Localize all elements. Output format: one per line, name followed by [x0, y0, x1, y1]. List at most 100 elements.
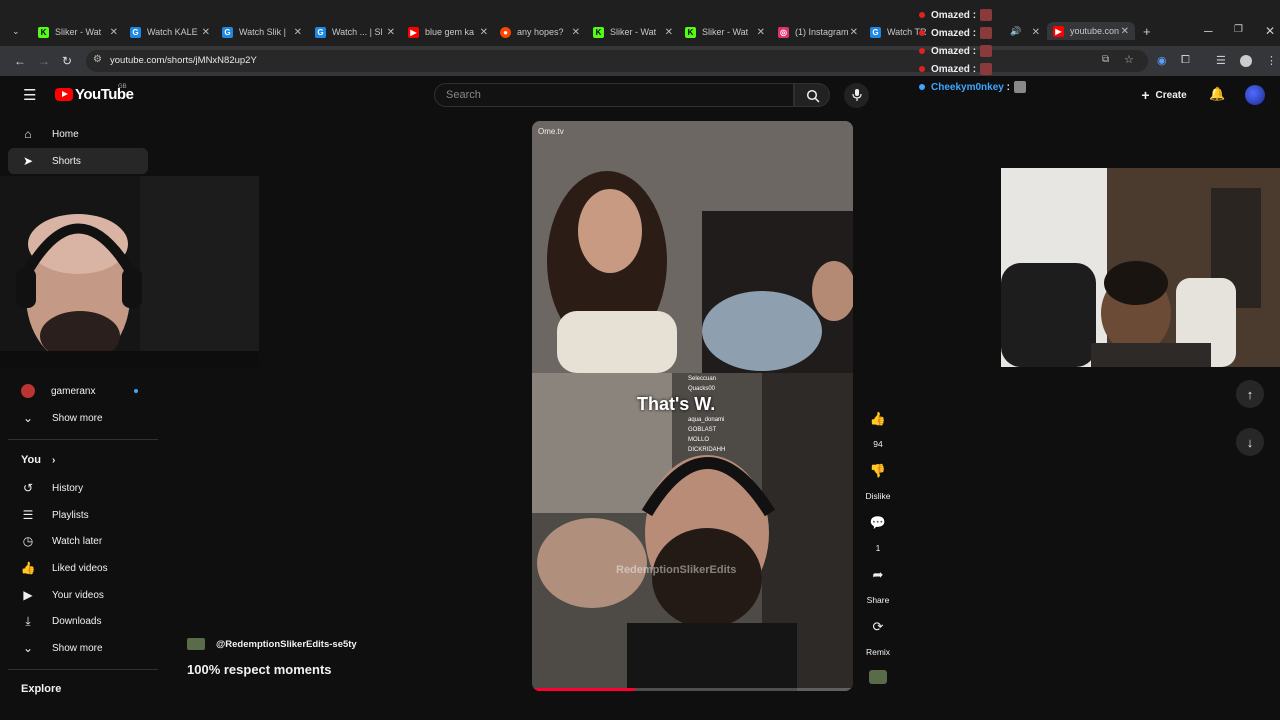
guest-webcam-image — [1001, 168, 1280, 367]
youtube-logo-icon[interactable] — [55, 88, 73, 101]
tab-close-icon[interactable]: ✕ — [1032, 27, 1040, 38]
voice-search-button[interactable] — [844, 83, 869, 108]
maximize-icon[interactable]: ❐ — [1234, 24, 1243, 35]
previous-short-button[interactable]: ↑ — [1236, 380, 1264, 408]
youtube-icon: ▶ — [408, 26, 419, 38]
reload-icon[interactable]: ↻ — [62, 54, 72, 68]
remix-icon: ⟳ — [872, 619, 884, 634]
generic-site-icon: G — [130, 26, 141, 38]
chevron-right-icon: › — [52, 455, 56, 466]
search-placeholder: Search — [446, 89, 481, 101]
home-icon: ⌂ — [24, 127, 32, 141]
tab-close-icon[interactable]: ✕ — [665, 27, 673, 38]
like-button[interactable]: 👍 94 — [862, 405, 894, 449]
streamer-webcam-image — [0, 176, 259, 367]
generic-site-icon: G — [315, 26, 326, 38]
sidebar-item-liked-videos[interactable]: 👍 Liked videos — [8, 555, 148, 581]
tab-close-icon[interactable]: ✕ — [387, 27, 395, 38]
stream-chat-line: aqua_donami — [688, 417, 725, 423]
stream-chat-line: GOBLAST — [688, 427, 717, 433]
sidebar-item-watch-later[interactable]: ◷ Watch later — [8, 528, 148, 554]
back-icon[interactable]: ← — [14, 54, 26, 68]
browser-tab[interactable]: K Sliker - Wat ✕ — [593, 23, 673, 41]
video-overlay-text: That's W. — [637, 394, 716, 414]
video-progress-bar[interactable] — [532, 688, 853, 691]
browser-toolbar: ← → ↻ ⚙ youtube.com/shorts/jMNxN82up2Y ⧉… — [0, 46, 1280, 76]
tab-search-dropdown-icon[interactable]: ⌄ — [12, 26, 20, 37]
download-icon: ⤓ — [25, 613, 31, 628]
bookmark-star-icon[interactable]: ☆ — [1124, 53, 1134, 66]
next-short-button[interactable]: ↓ — [1236, 428, 1264, 456]
reading-list-icon[interactable]: ☰ — [1216, 54, 1226, 67]
search-input[interactable]: Search — [434, 83, 794, 107]
browser-tab[interactable]: G Watch KALE ✕ — [130, 23, 210, 41]
sidebar-show-more-2[interactable]: ⌄ Show more — [8, 635, 148, 661]
channel-avatar — [21, 384, 35, 398]
account-avatar[interactable] — [1245, 85, 1265, 105]
sidebar-item-playlists[interactable]: ☰ Playlists — [8, 502, 148, 528]
tab-close-icon[interactable]: ✕ — [1121, 26, 1129, 37]
install-app-icon[interactable]: ⧉ — [1102, 54, 1109, 65]
browser-menu-icon[interactable]: ⋮ — [1266, 54, 1277, 67]
like-icon: 👍 — [20, 561, 36, 575]
sidebar-show-more[interactable]: ⌄ Show more — [8, 405, 148, 431]
hamburger-menu-icon[interactable]: ☰ — [23, 86, 36, 104]
emote-icon — [1013, 81, 1026, 93]
sidebar-item-downloads[interactable]: ⤓ Downloads — [8, 608, 148, 634]
url-text[interactable]: youtube.com/shorts/jMNxN82up2Y — [110, 55, 257, 66]
media-control-icon[interactable]: ◉ — [1157, 54, 1167, 67]
profile-icon[interactable] — [1240, 55, 1252, 67]
site-info-icon[interactable]: ⚙ — [93, 54, 102, 65]
emote-icon — [980, 9, 993, 21]
create-button[interactable]: + Create — [1134, 84, 1194, 106]
ometv-watermark: Ome.tv — [538, 127, 564, 136]
browser-tab[interactable]: G Watch Slik | ✕ — [222, 23, 302, 41]
channel-link[interactable]: @RedemptionSlikerEdits-se5ty — [187, 636, 357, 652]
you-heading[interactable]: You › — [21, 454, 55, 466]
tab-close-icon[interactable]: ✕ — [110, 27, 118, 38]
arrow-down-icon: ↓ — [1246, 434, 1254, 450]
tab-close-icon[interactable]: ✕ — [572, 27, 580, 38]
close-window-icon[interactable]: ✕ — [1265, 24, 1275, 38]
extensions-icon[interactable]: ⧠ — [1181, 54, 1190, 67]
browser-tab[interactable]: K Sliker - Wat ✕ — [685, 23, 765, 41]
search-icon — [806, 89, 820, 103]
comments-button[interactable]: 💬 1 — [862, 509, 894, 553]
minimize-icon[interactable]: ─ — [1204, 24, 1213, 38]
new-tab-button[interactable]: + — [1143, 24, 1151, 39]
short-title: 100% respect moments — [187, 662, 332, 677]
search-button[interactable] — [794, 83, 830, 107]
browser-tab[interactable]: ● any hopes? ✕ — [500, 23, 580, 41]
sidebar-item-history[interactable]: ↺ History — [8, 475, 148, 501]
browser-tab[interactable]: ▶ blue gem ka ✕ — [408, 23, 488, 41]
dislike-label: Dislike — [865, 491, 891, 501]
sound-thumbnail[interactable] — [869, 670, 887, 684]
sidebar-item-home[interactable]: ⌂ Home — [8, 121, 148, 147]
browser-tab[interactable]: G Watch ... | Sl ✕ — [315, 23, 395, 41]
user-badge-icon — [919, 30, 925, 36]
notifications-bell-icon[interactable]: 🔔 — [1209, 86, 1225, 102]
sidebar-item-shorts[interactable]: ➤ Shorts — [8, 148, 148, 174]
explore-heading: Explore — [21, 683, 62, 695]
browser-tab-active[interactable]: ▶ youtube.con ✕ — [1047, 22, 1135, 40]
remix-button[interactable]: ⟳ Remix — [862, 613, 894, 657]
speaker-icon[interactable]: 🔊 — [1010, 26, 1021, 37]
short-video-player[interactable]: Ome.tv Seleccuan Quacks00 aqua_donami GO… — [532, 121, 853, 691]
tab-close-icon[interactable]: ✕ — [480, 27, 488, 38]
forward-icon[interactable]: → — [38, 54, 50, 68]
youtube-icon: ▶ — [1053, 25, 1064, 37]
share-button[interactable]: ➦ Share — [862, 561, 894, 605]
tab-close-icon[interactable]: ✕ — [850, 27, 858, 38]
webcam-overlay-right — [1001, 168, 1280, 367]
dislike-button[interactable]: 👎 Dislike — [862, 457, 894, 501]
sidebar-item-your-videos[interactable]: ▶ Your videos — [8, 582, 148, 608]
tab-close-icon[interactable]: ✕ — [757, 27, 765, 38]
video-top-half: Ome.tv — [532, 121, 853, 373]
browser-tab[interactable]: ◎ (1) Instagram ✕ — [778, 23, 858, 41]
tab-close-icon[interactable]: ✕ — [294, 27, 302, 38]
browser-tab[interactable]: K Sliker - Wat ✕ — [38, 23, 118, 41]
user-badge-icon — [919, 84, 925, 90]
emote-icon — [980, 45, 993, 57]
tab-close-icon[interactable]: ✕ — [202, 27, 210, 38]
sidebar-subscription-gameranx[interactable]: gameranx — [8, 378, 148, 404]
